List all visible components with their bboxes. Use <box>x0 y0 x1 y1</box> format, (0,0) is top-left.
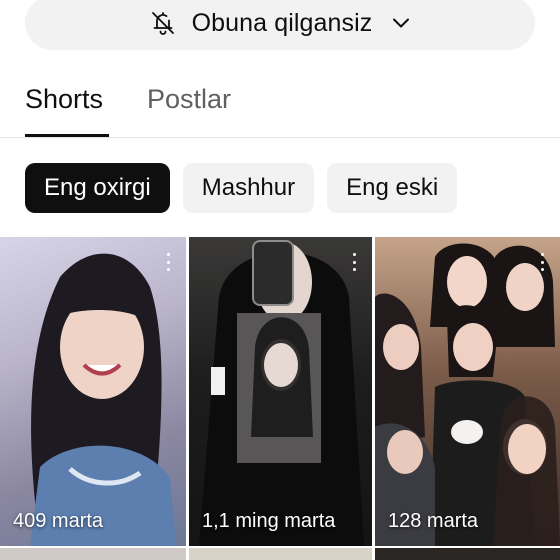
bell-off-icon <box>148 8 178 38</box>
subscribed-button[interactable]: Obuna qilgansiz <box>25 0 535 50</box>
thumbnail-image <box>375 243 560 546</box>
chevron-down-icon <box>390 12 412 34</box>
shorts-grid: 409 marta 1,1 ming marta 128 marta <box>0 237 560 560</box>
short-thumbnail-partial[interactable] <box>0 548 186 560</box>
short-thumbnail[interactable]: 128 marta <box>375 237 560 546</box>
thumbnail-image <box>30 253 176 546</box>
tab-posts[interactable]: Postlar <box>147 84 231 115</box>
more-options-icon[interactable] <box>352 253 356 271</box>
more-options-icon[interactable] <box>166 253 170 271</box>
view-count: 1,1 ming marta <box>202 510 336 532</box>
short-thumbnail-partial[interactable] <box>189 548 372 560</box>
channel-tabs: Shorts Postlar <box>0 70 560 138</box>
active-tab-indicator <box>25 134 109 137</box>
view-count: 128 marta <box>388 510 479 532</box>
chip-oldest[interactable]: Eng eski <box>327 163 458 213</box>
short-thumbnail[interactable]: 1,1 ming marta <box>189 237 372 546</box>
view-count: 409 marta <box>13 510 104 532</box>
more-options-icon[interactable] <box>540 253 544 271</box>
subscribed-label: Obuna qilgansiz <box>191 8 373 37</box>
chip-latest[interactable]: Eng oxirgi <box>25 163 170 213</box>
short-thumbnail[interactable]: 409 marta <box>0 237 186 546</box>
tab-shorts[interactable]: Shorts <box>25 84 103 115</box>
chip-popular[interactable]: Mashhur <box>182 163 315 213</box>
filter-chips: Eng oxirgi Mashhur Eng eski <box>25 163 458 213</box>
short-thumbnail-partial[interactable] <box>375 548 560 560</box>
thumbnail-image <box>199 240 364 546</box>
